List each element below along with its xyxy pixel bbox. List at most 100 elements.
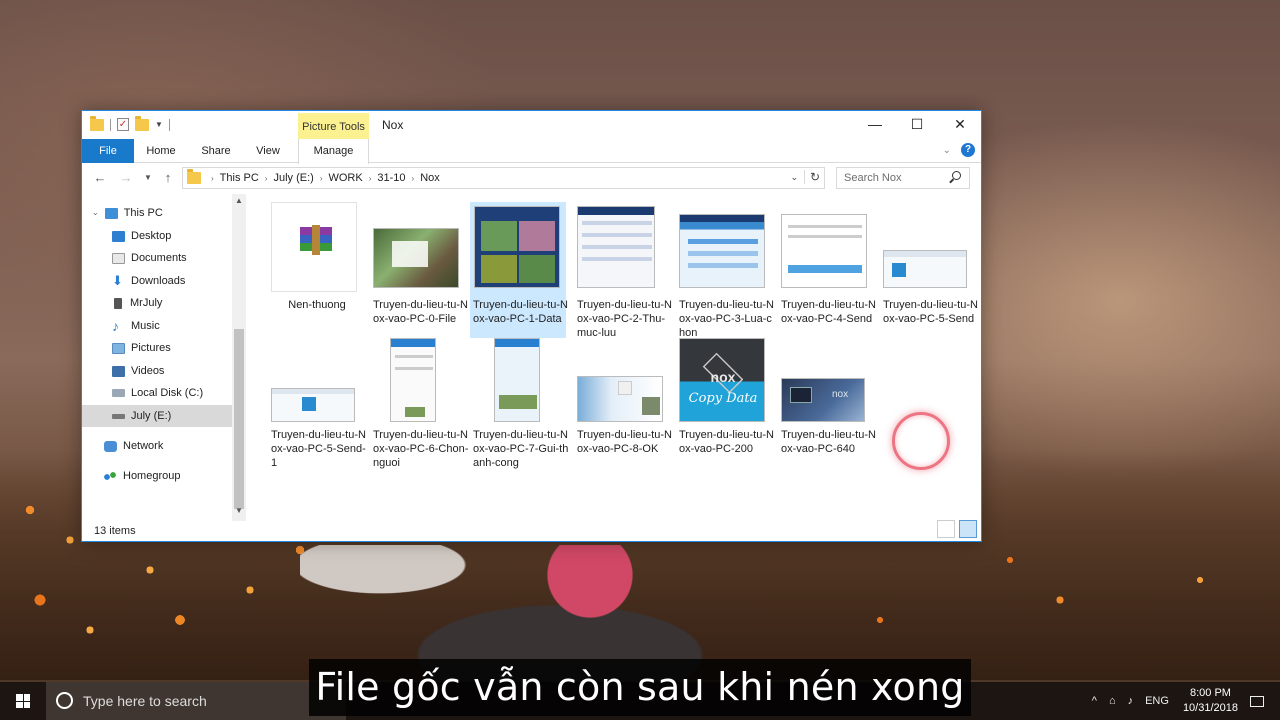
sidebar-item-videos[interactable]: Videos (112, 360, 232, 382)
clock-time: 8:00 PM (1189, 687, 1231, 699)
monitor-icon (104, 207, 118, 219)
system-tray: ^ ⌂ ♪ ENG 8:00 PM 10/31/2018 (1086, 682, 1280, 720)
breadcrumb-july-e[interactable]: July (E:) (273, 172, 313, 184)
address-bar[interactable]: › This PC › July (E:) › WORK › 31-10 › N… (182, 167, 825, 189)
network-icon (104, 440, 117, 452)
cortana-icon[interactable] (56, 692, 73, 709)
details-view-icon[interactable] (937, 520, 955, 538)
title-bar[interactable]: ✓ ▼ Picture Tools Nox — ☐ ✕ (82, 111, 981, 139)
chevron-down-icon[interactable]: ⌄ (92, 202, 99, 224)
file-name: Truyen-du-lieu-tu-Nox-vao-PC-0-File (373, 299, 468, 325)
sidebar-item-label: Local Disk (C:) (131, 387, 204, 399)
scroll-down-icon[interactable]: ▼ (232, 506, 246, 515)
file-thumbnail (390, 338, 436, 422)
start-button[interactable] (0, 682, 46, 720)
minimize-button[interactable]: — (853, 111, 897, 139)
nox-logo-text: nox (710, 369, 736, 385)
sidebar-item-downloads[interactable]: ⬇ Downloads (112, 270, 232, 292)
breadcrumb-work[interactable]: WORK (328, 172, 362, 184)
scroll-up-icon[interactable]: ▲ (232, 196, 246, 205)
sidebar-item-mrjuly[interactable]: MrJuly (112, 292, 232, 314)
toolbar-separator (110, 118, 111, 131)
file-thumbnail (577, 376, 663, 422)
address-dropdown-icon[interactable]: ⌄ (790, 172, 798, 183)
sidebar-item-july-e[interactable]: July (E:) (82, 405, 232, 427)
sidebar-item-local-disk-c[interactable]: Local Disk (C:) (112, 382, 232, 404)
clock[interactable]: 8:00 PM 10/31/2018 (1183, 686, 1238, 716)
language-indicator[interactable]: ENG (1145, 695, 1169, 707)
picture-tools-label: Picture Tools (298, 113, 369, 139)
navigation-scrollbar[interactable]: ▲ ▼ (232, 194, 246, 521)
help-icon[interactable]: ? (961, 143, 975, 157)
up-arrow-icon[interactable]: ↑ (158, 168, 178, 188)
expand-ribbon-icon[interactable]: ⌄ (943, 145, 951, 156)
search-input[interactable]: Search Nox (836, 167, 970, 189)
taskbar-search-placeholder: Type here to search (83, 693, 207, 709)
customize-toolbar-icon[interactable]: ▼ (155, 120, 163, 129)
new-folder-icon[interactable] (135, 115, 149, 131)
tab-file[interactable]: File (82, 139, 134, 163)
folder-icon (187, 169, 201, 184)
status-item-count: 13 items (94, 525, 136, 537)
toolbar-separator (168, 118, 170, 131)
file-name: Truyen-du-lieu-tu-Nox-vao-PC-640 (781, 429, 876, 455)
window-title: Nox (382, 118, 404, 132)
breadcrumb-separator-icon[interactable]: › (412, 174, 415, 183)
volume-icon[interactable]: ♪ (1128, 695, 1134, 707)
search-icon[interactable] (952, 171, 966, 185)
back-arrow-icon[interactable]: ← (90, 168, 110, 188)
sidebar-item-network[interactable]: Network (104, 435, 232, 457)
tab-view[interactable]: View (248, 139, 288, 163)
drive-icon (112, 413, 125, 419)
tab-manage[interactable]: Manage (298, 139, 369, 164)
homegroup-icon (104, 470, 117, 482)
file-name: Truyen-du-lieu-tu-Nox-vao-PC-8-OK (577, 429, 672, 455)
forward-arrow-icon[interactable]: → (116, 168, 136, 188)
address-row: ← → ▼ ↑ › This PC › July (E:) › WORK › 3… (82, 164, 981, 192)
breadcrumb-31-10[interactable]: 31-10 (377, 172, 405, 184)
maximize-button[interactable]: ☐ (895, 111, 939, 139)
windows-logo-icon (16, 694, 30, 708)
sidebar-item-desktop[interactable]: Desktop (112, 225, 232, 247)
sidebar-item-music[interactable]: ♪ Music (112, 315, 232, 337)
breadcrumb-separator-icon[interactable]: › (369, 174, 372, 183)
file-name: Truyen-du-lieu-tu-Nox-vao-PC-2-Thu-muc-l… (577, 299, 672, 339)
sidebar-item-label: Documents (131, 252, 187, 264)
sidebar-item-pictures[interactable]: Pictures (112, 337, 232, 359)
download-arrow-icon: ⬇ (112, 273, 123, 288)
file-thumbnail (577, 206, 655, 288)
breadcrumb-separator-icon[interactable]: › (320, 174, 323, 183)
tab-home[interactable]: Home (140, 139, 182, 163)
file-grid: Nen-thuong Truyen-du-lieu-tu-Nox-vao-PC-… (258, 194, 978, 519)
file-thumbnail: nox Copy Data (679, 338, 765, 422)
breadcrumb-separator-icon[interactable]: › (211, 174, 214, 183)
sidebar-item-homegroup[interactable]: Homegroup (104, 465, 232, 487)
breadcrumb-this-pc[interactable]: This PC (220, 172, 259, 184)
click-indicator-ring (892, 412, 950, 470)
action-center-icon[interactable] (1250, 695, 1264, 707)
close-button[interactable]: ✕ (938, 111, 982, 139)
file-name: Truyen-du-lieu-tu-Nox-vao-PC-4-Send (781, 299, 876, 325)
recent-locations-icon[interactable]: ▼ (138, 168, 158, 188)
video-subtitle: File gốc vẫn còn sau khi nén xong (309, 659, 971, 716)
file-name: Truyen-du-lieu-tu-Nox-vao-PC-5-Send (883, 299, 978, 325)
file-thumbnail (271, 388, 355, 422)
network-tray-icon[interactable]: ⌂ (1109, 695, 1116, 707)
breadcrumb-separator-icon[interactable]: › (265, 174, 268, 183)
nox-logo-text: nox (832, 389, 849, 400)
taskbar-search[interactable]: Type here to search (46, 682, 346, 720)
large-icons-view-icon[interactable] (959, 520, 977, 538)
sidebar-item-label: Homegroup (123, 470, 181, 482)
breadcrumb-nox[interactable]: Nox (420, 172, 440, 184)
sidebar-item-documents[interactable]: Documents (112, 247, 232, 269)
file-explorer-window[interactable]: ✓ ▼ Picture Tools Nox — ☐ ✕ File Home Sh… (81, 110, 982, 542)
refresh-icon[interactable]: ↻ (803, 170, 820, 184)
properties-icon[interactable]: ✓ (117, 118, 129, 131)
winrar-archive-icon (296, 225, 336, 261)
scrollbar-thumb[interactable] (234, 329, 244, 509)
tab-share[interactable]: Share (195, 139, 237, 163)
file-name: Truyen-du-lieu-tu-Nox-vao-PC-1-Data (473, 299, 568, 325)
sidebar-item-this-pc[interactable]: ⌄ This PC (92, 202, 232, 224)
ribbon-right-controls: ⌄ ? (943, 143, 975, 157)
chevron-up-icon[interactable]: ^ (1092, 695, 1097, 707)
